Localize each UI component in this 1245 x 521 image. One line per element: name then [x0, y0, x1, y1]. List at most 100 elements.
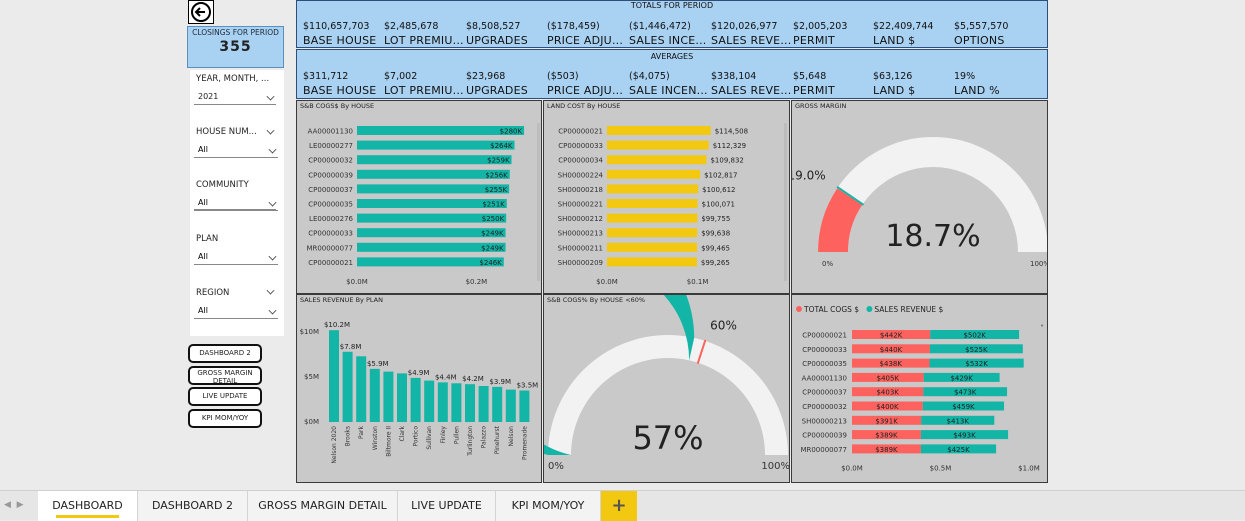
bar[interactable]	[607, 199, 698, 208]
tab-dashboard-2[interactable]: DASHBOARD 2	[138, 491, 248, 521]
totals-value: $5,557,570	[954, 21, 1009, 32]
chevron-down-icon	[266, 92, 275, 101]
filter-community-dropdown[interactable]: All	[194, 196, 278, 211]
data-label: $102,817	[704, 171, 737, 179]
filter-region-value: All	[198, 306, 208, 315]
gross-margin-gauge: 19.0% 18.7% 0% 100%	[792, 137, 1047, 268]
bar[interactable]	[369, 368, 380, 422]
chevron-down-icon[interactable]	[266, 286, 275, 295]
totals-value: $120,026,977	[711, 21, 778, 32]
data-label: $425K	[947, 446, 970, 454]
gauge-target-label: 19.0%	[792, 169, 826, 183]
bar[interactable]	[505, 389, 516, 422]
x-tick-label: $0.2M	[466, 278, 488, 286]
bar[interactable]	[383, 371, 394, 422]
category-label: Finley	[440, 426, 447, 444]
data-label: $112,329	[713, 142, 746, 150]
bar[interactable]	[465, 384, 475, 422]
averages-cell: $5,648 PERMIT	[793, 71, 877, 97]
bar[interactable]	[329, 330, 339, 422]
nav-kpi-button[interactable]: KPI MOM/YOY	[188, 409, 262, 428]
bar[interactable]	[519, 390, 530, 423]
bar[interactable]	[607, 228, 698, 238]
averages-label: LOT PREMIU...	[384, 84, 464, 97]
filter-year-value: 2021	[198, 92, 219, 101]
bar[interactable]	[607, 184, 699, 194]
category-label: CP00000032	[308, 157, 353, 165]
data-label: $99,638	[701, 230, 730, 238]
bar[interactable]	[607, 257, 697, 267]
more-options-icon[interactable]: •	[1040, 322, 1044, 330]
bar[interactable]	[478, 386, 489, 422]
category-label: Winston	[372, 426, 379, 450]
tab-scroll-arrows-icon[interactable]: ◀ ▶	[4, 500, 24, 510]
category-label: CP00000033	[308, 230, 353, 238]
nav-gross-margin-button[interactable]: GROSS MARGIN DETAIL	[188, 366, 262, 385]
category-label: CP00000033	[558, 142, 603, 150]
gauge-value-label: 18.7%	[885, 219, 980, 254]
data-label: $429K	[950, 374, 973, 382]
totals-band: TOTALS FOR PERIOD $110,657,703 BASE HOUSE…	[296, 0, 1048, 48]
nav-dashboard-2-button[interactable]: DASHBOARD 2	[188, 344, 262, 363]
tab-live-update[interactable]: LIVE UPDATE	[398, 491, 496, 521]
scrollbar[interactable]	[784, 123, 787, 281]
totals-label: UPGRADES	[466, 34, 528, 47]
averages-row: $311,712 BASE HOUSE $7,002 LOT PREMIU... $23…	[303, 71, 1041, 97]
add-page-button[interactable]: +	[601, 491, 637, 521]
averages-label: SALE INCEN...	[629, 84, 708, 97]
category-label: Nelson	[508, 426, 515, 447]
gross-margin-panel: GROSS MARGIN 19.0% 18.7% 0% 100%	[791, 100, 1048, 294]
tab-gross-margin-detail[interactable]: GROSS MARGIN DETAIL	[248, 491, 398, 521]
legend-marker	[796, 306, 802, 312]
chevron-down-icon	[268, 252, 277, 261]
bar[interactable]	[492, 386, 503, 422]
bar[interactable]	[342, 351, 353, 422]
bar[interactable]	[607, 242, 698, 252]
averages-value: $5,648	[793, 71, 827, 82]
gauge-max-label: 100%	[761, 461, 790, 472]
bar[interactable]	[424, 380, 435, 422]
bar[interactable]	[356, 356, 367, 422]
averages-value: ($503)	[547, 71, 579, 82]
bar[interactable]	[437, 382, 448, 422]
bar[interactable]	[607, 169, 701, 179]
filter-plan-dropdown[interactable]: All	[194, 250, 278, 265]
tab-dashboard[interactable]: DASHBOARD	[38, 491, 138, 521]
bar[interactable]	[607, 155, 707, 165]
data-label: $99,465	[701, 244, 730, 252]
scrollbar[interactable]	[537, 123, 540, 281]
filter-year-dropdown[interactable]: 2021	[194, 90, 276, 105]
bar[interactable]	[607, 140, 709, 150]
nav-live-update-button[interactable]: LIVE UPDATE	[188, 387, 262, 406]
bar[interactable]	[451, 383, 462, 422]
bar[interactable]	[607, 213, 698, 223]
sb-cogs-pct-panel: S&B COGS% By HOUSE <60% 60% 57% 0% 100%	[543, 294, 790, 483]
x-tick-label: $1.0M	[1018, 465, 1040, 473]
filter-region-dropdown[interactable]: All	[194, 304, 278, 319]
page-tab-bar: ◀ ▶ DASHBOARD DASHBOARD 2 GROSS MARGIN D…	[0, 490, 1245, 521]
category-label: SH00000211	[558, 244, 603, 252]
totals-value: $2,485,678	[384, 21, 439, 32]
kpi-title: CLOSINGS FOR PERIOD	[192, 28, 279, 37]
chevron-down-icon	[268, 198, 277, 207]
bar[interactable]	[410, 377, 421, 422]
category-label: AA00001130	[308, 128, 353, 136]
chart-title: LAND COST By HOUSE	[547, 102, 621, 110]
tab-kpi-mom-yoy[interactable]: KPI MOM/YOY	[496, 491, 601, 521]
category-label: LE00000276	[309, 215, 353, 223]
data-label: $4.4M	[435, 373, 457, 381]
x-tick-label: $0.0M	[346, 278, 368, 286]
bar[interactable]	[397, 373, 407, 422]
category-label: Palazzo	[481, 426, 488, 449]
bar[interactable]	[607, 126, 711, 135]
data-label: $389K	[875, 446, 898, 454]
totals-cell: $120,026,977 SALES REVE...	[711, 21, 795, 47]
back-arrow-icon[interactable]	[188, 0, 214, 24]
filter-house-dropdown[interactable]: All	[194, 143, 278, 158]
chevron-down-icon[interactable]	[266, 126, 275, 135]
averages-value: $63,126	[873, 71, 913, 82]
totals-label: PERMIT	[793, 34, 835, 47]
x-tick-label: $0.5M	[930, 465, 952, 473]
data-label: $459K	[952, 403, 975, 411]
category-label: CP00000021	[802, 332, 847, 340]
